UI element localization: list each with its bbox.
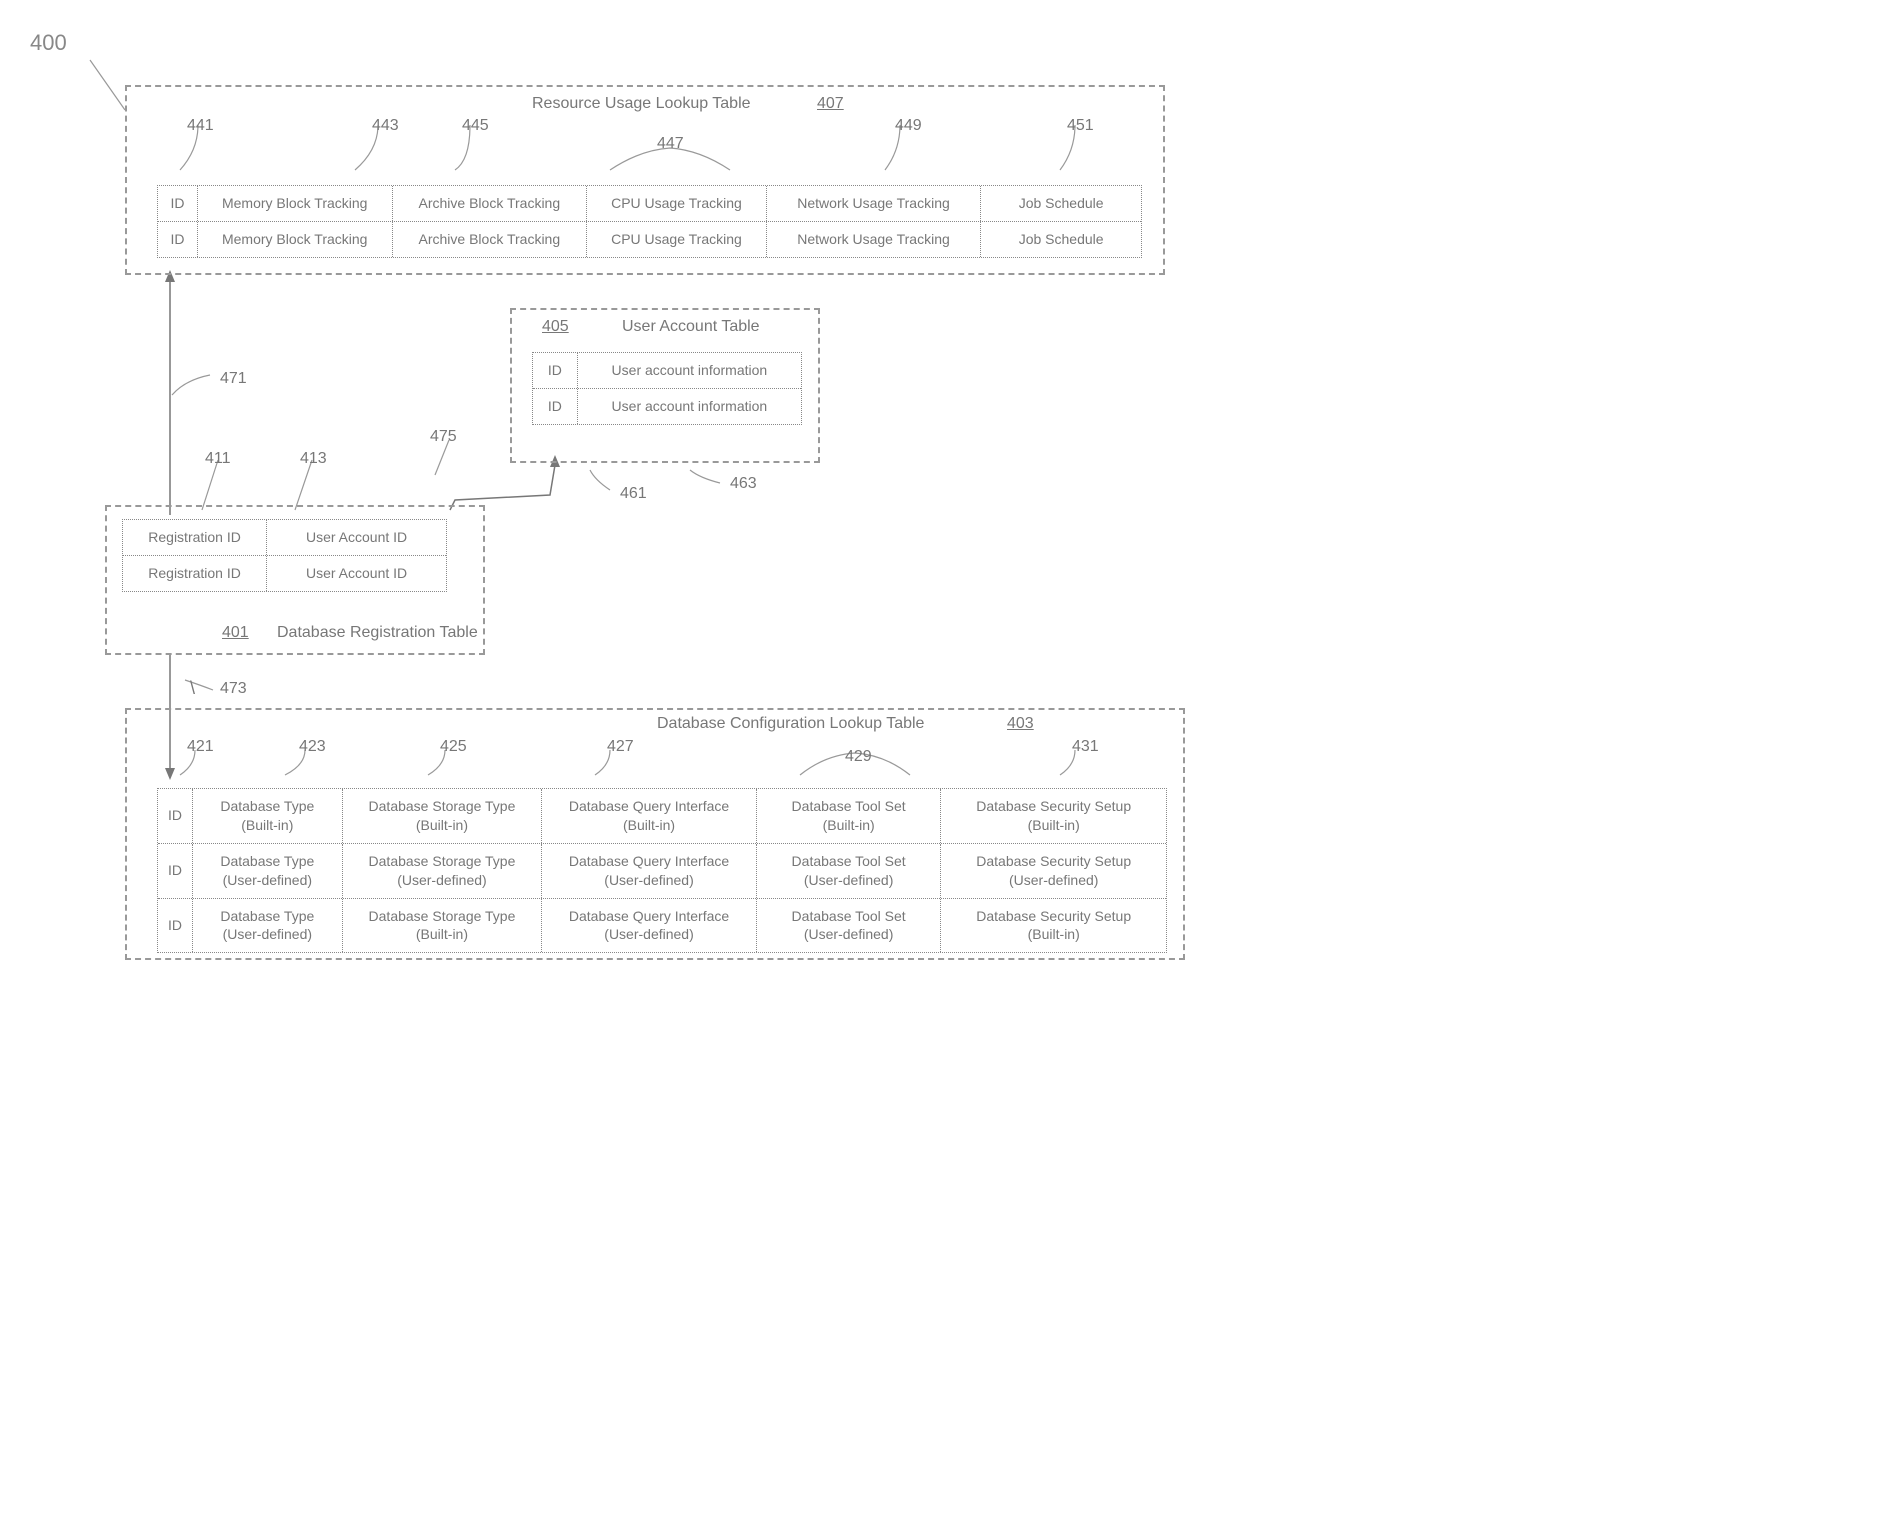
table-row: ID User account information (533, 389, 801, 424)
table-row: ID Database Type(Built-in) Database Stor… (158, 789, 1166, 844)
ref-471: 471 (220, 370, 247, 388)
ru-cell-job: Job Schedule (981, 186, 1141, 221)
ru-cell-cpu: CPU Usage Tracking (587, 186, 767, 221)
dc-cell-query: Database Query Interface(User-defined) (542, 844, 757, 898)
ru-cell-mem: Memory Block Tracking (198, 186, 393, 221)
table-row: Registration ID User Account ID (123, 556, 446, 591)
ua-cell-info: User account information (578, 353, 801, 388)
ru-cell-job: Job Schedule (981, 222, 1141, 257)
ref-461: 461 (620, 485, 647, 503)
ref-463: 463 (730, 475, 757, 493)
registration-table: Registration ID User Account ID Registra… (122, 519, 447, 592)
dc-cell-tool: Database Tool Set(User-defined) (757, 899, 942, 953)
db-config-title: Database Configuration Lookup Table (657, 715, 924, 733)
ref-427: 427 (607, 738, 634, 756)
dc-cell-sec: Database Security Setup(User-defined) (941, 844, 1166, 898)
table-row: ID Database Type(User-defined) Database … (158, 899, 1166, 953)
ua-cell-id: ID (533, 389, 578, 424)
user-account-title: User Account Table (622, 318, 760, 336)
ref-431: 431 (1072, 738, 1099, 756)
ref-423: 423 (299, 738, 326, 756)
ua-cell-id: ID (533, 353, 578, 388)
table-row: ID Database Type(User-defined) Database … (158, 844, 1166, 899)
dc-cell-tool: Database Tool Set(Built-in) (757, 789, 942, 843)
ref-451: 451 (1067, 117, 1094, 135)
ru-cell-id: ID (158, 186, 198, 221)
ru-cell-net: Network Usage Tracking (767, 186, 982, 221)
table-row: Registration ID User Account ID (123, 520, 446, 556)
dc-cell-storage: Database Storage Type(User-defined) (343, 844, 543, 898)
reg-cell-regid: Registration ID (123, 520, 267, 555)
ru-cell-arch: Archive Block Tracking (393, 222, 588, 257)
reg-cell-regid: Registration ID (123, 556, 267, 591)
ref-411: 411 (205, 450, 231, 468)
table-row: ID User account information (533, 353, 801, 389)
ref-449: 449 (895, 117, 922, 135)
user-account-table: ID User account information ID User acco… (532, 352, 802, 425)
ru-cell-id: ID (158, 222, 198, 257)
db-config-table: ID Database Type(Built-in) Database Stor… (157, 788, 1167, 953)
dc-cell-sec: Database Security Setup(Built-in) (941, 899, 1166, 953)
ref-425: 425 (440, 738, 467, 756)
resource-usage-ref: 407 (817, 95, 844, 113)
ref-441: 441 (187, 117, 214, 135)
dc-cell-id: ID (158, 844, 193, 898)
dc-cell-id: ID (158, 789, 193, 843)
dc-cell-sec: Database Security Setup(Built-in) (941, 789, 1166, 843)
reg-cell-uid: User Account ID (267, 520, 446, 555)
ru-cell-mem: Memory Block Tracking (198, 222, 393, 257)
ref-473: 473 (220, 680, 247, 698)
dc-cell-query: Database Query Interface(Built-in) (542, 789, 757, 843)
table-row: ID Memory Block Tracking Archive Block T… (158, 222, 1141, 257)
db-config-table-container: Database Configuration Lookup Table 403 … (125, 708, 1185, 960)
ru-cell-net: Network Usage Tracking (767, 222, 982, 257)
figure-number: 400 (30, 30, 67, 56)
resource-usage-table: ID Memory Block Tracking Archive Block T… (157, 185, 1142, 258)
ref-413: 413 (300, 450, 327, 468)
db-config-ref: 403 (1007, 715, 1034, 733)
ref-443: 443 (372, 117, 399, 135)
resource-usage-lookup-table-container: Resource Usage Lookup Table 407 441 443 … (125, 85, 1165, 275)
resource-usage-title: Resource Usage Lookup Table (532, 95, 751, 113)
dc-cell-storage: Database Storage Type(Built-in) (343, 899, 543, 953)
table-row: ID Memory Block Tracking Archive Block T… (158, 186, 1141, 222)
dc-cell-query: Database Query Interface(User-defined) (542, 899, 757, 953)
registration-table-container: Registration ID User Account ID Registra… (105, 505, 485, 655)
dc-cell-type: Database Type(User-defined) (193, 844, 343, 898)
user-account-table-container: 405 User Account Table ID User account i… (510, 308, 820, 463)
dc-cell-tool: Database Tool Set(User-defined) (757, 844, 942, 898)
dc-cell-id: ID (158, 899, 193, 953)
ref-475: 475 (430, 428, 457, 446)
ua-cell-info: User account information (578, 389, 801, 424)
continuation-mark: \ (190, 678, 195, 699)
ru-cell-arch: Archive Block Tracking (393, 186, 588, 221)
registration-ref: 401 (222, 624, 249, 642)
dc-cell-storage: Database Storage Type(Built-in) (343, 789, 543, 843)
registration-title: Database Registration Table (277, 624, 478, 642)
ref-429: 429 (845, 748, 872, 766)
reg-cell-uid: User Account ID (267, 556, 446, 591)
dc-cell-type: Database Type(User-defined) (193, 899, 343, 953)
ref-421: 421 (187, 738, 214, 756)
ru-cell-cpu: CPU Usage Tracking (587, 222, 767, 257)
ref-447: 447 (657, 135, 684, 153)
user-account-ref: 405 (542, 318, 569, 336)
ref-445: 445 (462, 117, 489, 135)
dc-cell-type: Database Type(Built-in) (193, 789, 343, 843)
